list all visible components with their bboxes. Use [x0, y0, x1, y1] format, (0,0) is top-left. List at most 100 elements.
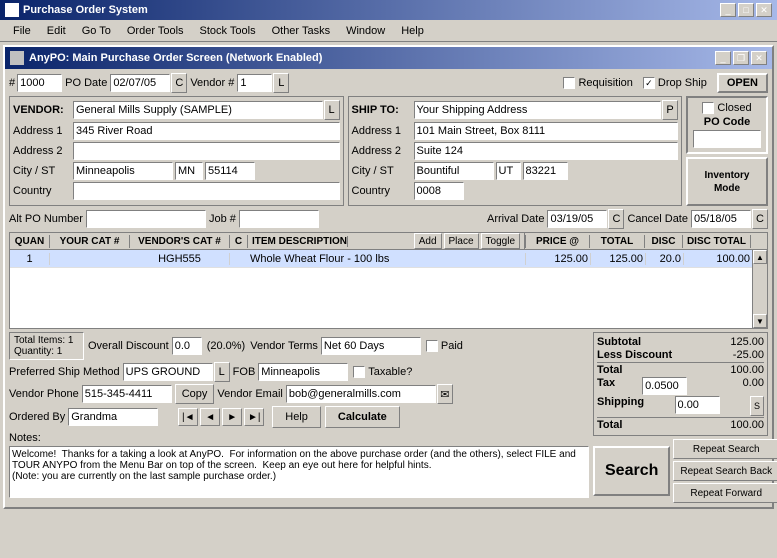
repeat-forward-btn[interactable]: Repeat Forward: [673, 483, 777, 503]
place-btn[interactable]: Place: [444, 233, 479, 249]
vendor-phone-input[interactable]: [82, 385, 172, 403]
menu-file[interactable]: File: [5, 23, 39, 39]
window-close-btn[interactable]: ✕: [751, 51, 767, 65]
vendor-country-input[interactable]: [73, 182, 340, 200]
nav-next-btn[interactable]: ►: [222, 408, 242, 426]
alt-po-label: Alt PO Number: [9, 213, 83, 225]
shipto-lookup-btn[interactable]: P: [662, 100, 678, 120]
vendor-name-lookup-btn[interactable]: L: [324, 100, 340, 120]
po-date-input[interactable]: [110, 74, 170, 92]
preferred-ship-input[interactable]: [123, 363, 213, 381]
grid-cell-disc: 20.0: [646, 253, 684, 265]
grid-cell-quan: 1: [10, 253, 50, 265]
drop-ship-checkbox[interactable]: ✓: [643, 77, 655, 89]
tax-rate-input[interactable]: [642, 377, 687, 395]
shipping-input[interactable]: [675, 396, 720, 414]
ordered-by-label: Ordered By: [9, 411, 65, 423]
table-row[interactable]: 1 HGH555 Whole Wheat Flour - 100 lbs 125…: [10, 250, 752, 268]
job-input[interactable]: [239, 210, 319, 228]
grid-cell-vendorcat: HGH555: [130, 253, 230, 265]
arrival-cal-btn[interactable]: C: [608, 209, 624, 229]
vendor-num-input[interactable]: [237, 74, 272, 92]
add-btn[interactable]: Add: [414, 233, 442, 249]
po-number-input[interactable]: [17, 74, 62, 92]
nav-first-btn[interactable]: |◄: [178, 408, 198, 426]
shipto-addr1-input[interactable]: [414, 122, 679, 140]
shipping-lookup-btn[interactable]: S: [750, 396, 764, 416]
help-btn[interactable]: Help: [272, 406, 321, 428]
shipto-addr2-input[interactable]: [414, 142, 679, 160]
vendor-addr2-input[interactable]: [73, 142, 340, 160]
menu-order-tools[interactable]: Order Tools: [119, 23, 192, 39]
minimize-btn[interactable]: _: [720, 3, 736, 17]
arrival-date-input[interactable]: [547, 210, 607, 228]
drop-ship-checkbox-label[interactable]: ✓ Drop Ship: [643, 77, 707, 89]
taxable-checkbox[interactable]: [353, 366, 365, 378]
maximize-btn[interactable]: □: [738, 3, 754, 17]
vendor-name-input[interactable]: [73, 101, 323, 119]
search-btn[interactable]: Search: [593, 446, 670, 496]
shipto-state-input[interactable]: [496, 162, 521, 180]
nav-last-btn[interactable]: ►|: [244, 408, 264, 426]
shipto-name-input[interactable]: [414, 101, 662, 119]
vendor-email-label: Vendor Email: [217, 388, 282, 400]
toggle-btn[interactable]: Toggle: [481, 233, 520, 249]
vendor-email-input[interactable]: [286, 385, 436, 403]
inventory-mode-btn[interactable]: InventoryMode: [686, 157, 768, 206]
repeat-search-back-btn[interactable]: Repeat Search Back: [673, 461, 777, 481]
po-code-input[interactable]: [693, 130, 761, 148]
window-restore-btn[interactable]: ❐: [733, 51, 749, 65]
repeat-search-btn[interactable]: Repeat Search: [673, 439, 777, 459]
calculate-btn[interactable]: Calculate: [325, 406, 400, 428]
vendor-city-input[interactable]: [73, 162, 173, 180]
vendor-state-input[interactable]: [175, 162, 203, 180]
grid-cell-price: 125.00: [526, 253, 591, 265]
notes-textarea[interactable]: Welcome! Thanks for a taking a look at A…: [9, 446, 589, 498]
menu-help[interactable]: Help: [393, 23, 432, 39]
shipto-addr1-label: Address 1: [352, 125, 414, 137]
requisition-checkbox[interactable]: [563, 77, 575, 89]
menu-other-tasks[interactable]: Other Tasks: [264, 23, 339, 39]
vendor-zip-input[interactable]: [205, 162, 255, 180]
fob-input[interactable]: [258, 363, 348, 381]
grid-cell-disctotal: 100.00: [684, 253, 752, 265]
menu-window[interactable]: Window: [338, 23, 393, 39]
vendor-lookup-btn[interactable]: L: [273, 73, 289, 93]
nav-prev-btn[interactable]: ◄: [200, 408, 220, 426]
less-disc-value: -25.00: [714, 349, 764, 361]
grid-col-total: TOTAL: [590, 235, 645, 248]
shipto-city-input[interactable]: [414, 162, 494, 180]
cancel-cal-btn[interactable]: C: [752, 209, 768, 229]
tax-label: Tax: [597, 377, 615, 395]
alt-po-input[interactable]: [86, 210, 206, 228]
shipto-zip-input[interactable]: [523, 162, 568, 180]
menu-stock-tools[interactable]: Stock Tools: [192, 23, 264, 39]
po-code-label: PO Code: [692, 116, 762, 128]
shipto-country-input[interactable]: [414, 182, 464, 200]
closed-po-box: Closed PO Code: [686, 96, 768, 154]
menu-edit[interactable]: Edit: [39, 23, 74, 39]
ordered-by-input[interactable]: [68, 408, 158, 426]
taxable-checkbox-label[interactable]: Taxable?: [353, 366, 412, 378]
overall-disc-input[interactable]: [172, 337, 202, 355]
window-minimize-btn[interactable]: _: [715, 51, 731, 65]
paid-checkbox-label[interactable]: Paid: [426, 340, 463, 352]
paid-checkbox[interactable]: [426, 340, 438, 352]
vendor-terms-input[interactable]: [321, 337, 421, 355]
notes-label: Notes:: [9, 432, 41, 444]
vendor-addr1-label: Address 1: [13, 125, 73, 137]
open-status-btn[interactable]: OPEN: [717, 73, 768, 93]
preferred-ship-lookup-btn[interactable]: L: [214, 362, 230, 382]
copy-btn[interactable]: Copy: [175, 384, 215, 404]
grid-scrollbar[interactable]: ▲ ▼: [752, 249, 768, 329]
close-btn[interactable]: ✕: [756, 3, 772, 17]
vendor-num-label: Vendor #: [190, 77, 234, 89]
po-date-cal-btn[interactable]: C: [171, 73, 187, 93]
requisition-checkbox-label[interactable]: Requisition: [563, 77, 632, 89]
vendor-addr1-input[interactable]: [73, 122, 340, 140]
closed-checkbox[interactable]: [702, 102, 714, 114]
grid-col-disctotal: DISC TOTAL: [683, 235, 751, 248]
vendor-email-action-btn[interactable]: ✉: [437, 384, 453, 404]
menu-goto[interactable]: Go To: [74, 23, 119, 39]
cancel-date-input[interactable]: [691, 210, 751, 228]
